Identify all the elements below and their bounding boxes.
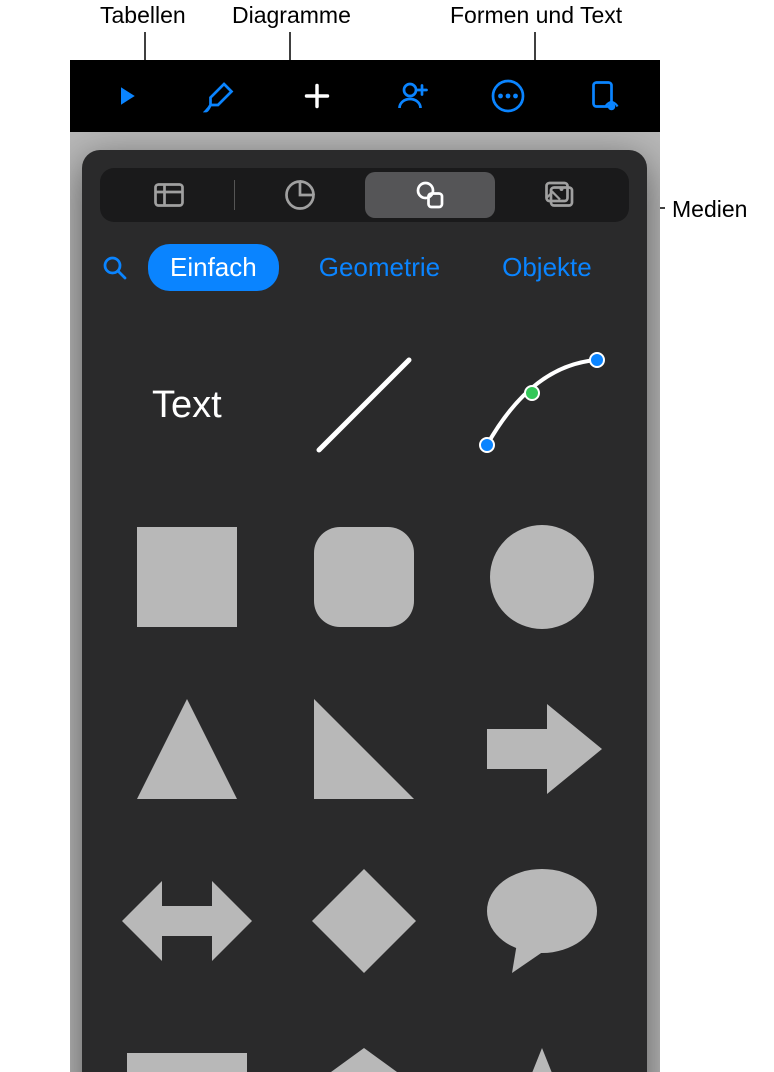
app-window: Einfach Geometrie Objekte Tiere Text [70, 60, 660, 1072]
segment-tables[interactable] [104, 172, 234, 218]
rounded-square-icon [304, 517, 424, 637]
main-toolbar [70, 60, 660, 132]
diamond-icon [304, 861, 424, 981]
shape-arrow-bidirectional[interactable] [104, 841, 270, 1001]
callout-media: Medien [672, 196, 747, 223]
shape-rounded-square[interactable] [282, 497, 448, 657]
star-icon [482, 1043, 602, 1072]
category-objects[interactable]: Objekte [480, 244, 614, 291]
shape-square[interactable] [104, 497, 270, 657]
callout-labels: Tabellen Diagramme Formen und Text Medie… [0, 0, 774, 7]
shape-text-label: Text [152, 384, 222, 427]
triangle-icon [127, 689, 247, 809]
segment-shapes[interactable] [365, 172, 495, 218]
shape-star[interactable] [459, 1013, 625, 1072]
shape-banner[interactable] [104, 1013, 270, 1072]
segment-media[interactable] [495, 172, 625, 218]
callout-charts: Diagramme [232, 2, 351, 29]
add-person-icon [395, 78, 431, 114]
insert-popover: Einfach Geometrie Objekte Tiere Text [82, 150, 647, 1072]
table-icon [151, 177, 187, 213]
shape-speech-bubble[interactable] [459, 841, 625, 1001]
shape-triangle[interactable] [104, 669, 270, 829]
popover-arrow [340, 150, 368, 152]
shape-category-row: Einfach Geometrie Objekte Tiere [82, 222, 647, 301]
plus-icon [299, 78, 335, 114]
insert-type-segmented-control [100, 168, 629, 222]
callout-shapes-text: Formen und Text [450, 2, 622, 29]
shape-pentagon[interactable] [282, 1013, 448, 1072]
collaborate-button[interactable] [388, 71, 438, 121]
search-icon [100, 253, 130, 283]
shapes-grid: Text [82, 307, 647, 1072]
shape-text[interactable]: Text [104, 325, 270, 485]
insert-button[interactable] [292, 71, 342, 121]
pie-chart-icon [282, 177, 318, 213]
search-button[interactable] [100, 250, 130, 286]
ellipsis-icon [490, 78, 526, 114]
category-basic[interactable]: Einfach [148, 244, 279, 291]
banner-icon [122, 1048, 252, 1072]
square-icon [127, 517, 247, 637]
play-icon [111, 81, 141, 111]
curve-icon [472, 345, 612, 465]
category-geometry[interactable]: Geometrie [297, 244, 462, 291]
shape-circle[interactable] [459, 497, 625, 657]
presenter-notes-button[interactable] [579, 71, 629, 121]
circle-icon [482, 517, 602, 637]
more-button[interactable] [483, 71, 533, 121]
callout-tables: Tabellen [100, 2, 186, 29]
play-button[interactable] [101, 71, 151, 121]
shape-arrow-right[interactable] [459, 669, 625, 829]
shape-curve[interactable] [459, 325, 625, 485]
pentagon-icon [304, 1043, 424, 1072]
arrow-right-icon [477, 689, 607, 809]
brush-icon [203, 78, 239, 114]
shapes-icon [412, 177, 448, 213]
format-button[interactable] [196, 71, 246, 121]
arrow-bidirectional-icon [117, 861, 257, 981]
photos-icon [542, 177, 578, 213]
category-animals[interactable]: Tiere [632, 244, 647, 291]
right-triangle-icon [304, 689, 424, 809]
shape-line[interactable] [282, 325, 448, 485]
shape-right-triangle[interactable] [282, 669, 448, 829]
document-eye-icon [586, 78, 622, 114]
segment-charts[interactable] [235, 172, 365, 218]
line-icon [304, 345, 424, 465]
shape-diamond[interactable] [282, 841, 448, 1001]
speech-bubble-icon [477, 861, 607, 981]
